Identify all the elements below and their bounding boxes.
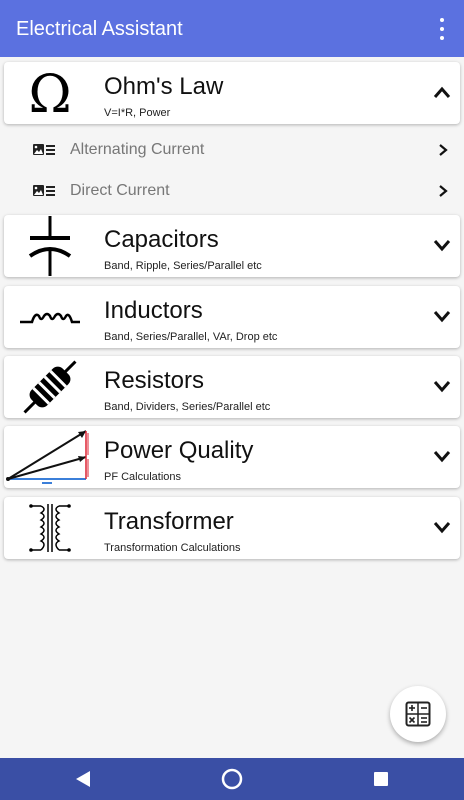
- section-title: Capacitors: [104, 226, 219, 253]
- recents-icon[interactable]: [368, 766, 394, 792]
- section-card-capacitors[interactable]: Capacitors Band, Ripple, Series/Parallel…: [4, 215, 460, 277]
- inductor-symbol-icon: [4, 286, 96, 348]
- section-subtitle: V=I*R, Power: [104, 107, 171, 119]
- system-nav-bar: [0, 758, 464, 800]
- chevron-right-icon: [439, 144, 448, 156]
- power-triangle-icon: [4, 426, 96, 488]
- resistor-icon: [4, 356, 96, 418]
- section-title: Power Quality: [104, 437, 254, 464]
- section-card-ohms-law[interactable]: Ω Ohm's Law V=I*R, Power: [4, 62, 460, 124]
- section-subtitle: PF Calculations: [104, 471, 182, 483]
- section-card-resistors[interactable]: Resistors Band, Dividers, Series/Paralle…: [4, 356, 460, 418]
- section-card-transformer[interactable]: Transformer Transformation Calculations: [4, 497, 460, 559]
- section-title: Ohm's Law: [104, 73, 224, 100]
- back-icon[interactable]: [70, 766, 96, 792]
- section-title: Inductors: [104, 297, 203, 324]
- section-subtitle: Band, Ripple, Series/Parallel etc: [104, 260, 262, 272]
- list-item-label: Direct Current: [70, 182, 170, 199]
- chevron-down-icon[interactable]: [432, 519, 452, 535]
- list-image-icon: [33, 144, 55, 155]
- list-image-icon: [33, 185, 55, 196]
- chevron-down-icon[interactable]: [432, 237, 452, 253]
- chevron-down-icon[interactable]: [432, 308, 452, 324]
- svg-text:Ω: Ω: [28, 67, 71, 119]
- list-item-direct-current[interactable]: Direct Current: [0, 171, 464, 211]
- section-card-inductors[interactable]: Inductors Band, Series/Parallel, VAr, Dr…: [4, 286, 460, 348]
- home-icon[interactable]: [219, 766, 245, 792]
- section-title: Transformer: [104, 508, 234, 535]
- chevron-down-icon[interactable]: [432, 448, 452, 464]
- chevron-right-icon: [439, 185, 448, 197]
- list-item-alternating-current[interactable]: Alternating Current: [0, 130, 464, 170]
- list-item-label: Alternating Current: [70, 141, 205, 158]
- section-subtitle: Band, Dividers, Series/Parallel etc: [104, 401, 271, 413]
- app-title: Electrical Assistant: [16, 18, 183, 40]
- chevron-down-icon[interactable]: [432, 378, 452, 394]
- calculator-icon: [405, 701, 431, 727]
- section-subtitle: Band, Series/Parallel, VAr, Drop etc: [104, 331, 278, 343]
- capacitor-symbol-icon: [4, 215, 96, 277]
- section-title: Resistors: [104, 367, 205, 394]
- omega-icon: Ω: [4, 62, 96, 124]
- app-bar: Electrical Assistant: [0, 0, 464, 57]
- section-subtitle: Transformation Calculations: [104, 542, 241, 554]
- calculator-fab[interactable]: [390, 686, 446, 742]
- chevron-up-icon[interactable]: [432, 84, 452, 100]
- section-card-power-quality[interactable]: Power Quality PF Calculations: [4, 426, 460, 488]
- more-vert-icon[interactable]: [432, 18, 452, 40]
- transformer-symbol-icon: [4, 497, 96, 559]
